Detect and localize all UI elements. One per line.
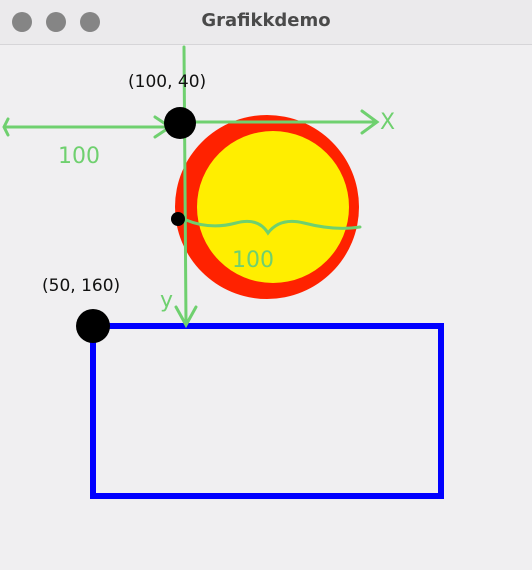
label-circle-origin: (100, 40) [128, 72, 206, 92]
window-title: Grafikkdemo [201, 10, 331, 31]
point-rect-origin [76, 309, 110, 343]
app-window: Grafikkdemo (100, 40) (50, 160) X y 100 … [0, 0, 532, 570]
circle-width-label: 100 [232, 248, 274, 273]
y-axis-label: y [160, 288, 173, 313]
point-circle-left [171, 212, 185, 226]
blue-rectangle [90, 323, 444, 499]
x-axis-label: X [380, 110, 395, 135]
graphics-svg: (100, 40) (50, 160) X y 100 100 [2, 45, 444, 499]
title-bar: Grafikkdemo [0, 0, 532, 45]
drawing-canvas: (100, 40) (50, 160) X y 100 100 [0, 45, 532, 570]
label-rect-origin: (50, 160) [42, 276, 120, 296]
left-distance-label: 100 [58, 144, 100, 169]
point-circle-origin [164, 107, 196, 139]
